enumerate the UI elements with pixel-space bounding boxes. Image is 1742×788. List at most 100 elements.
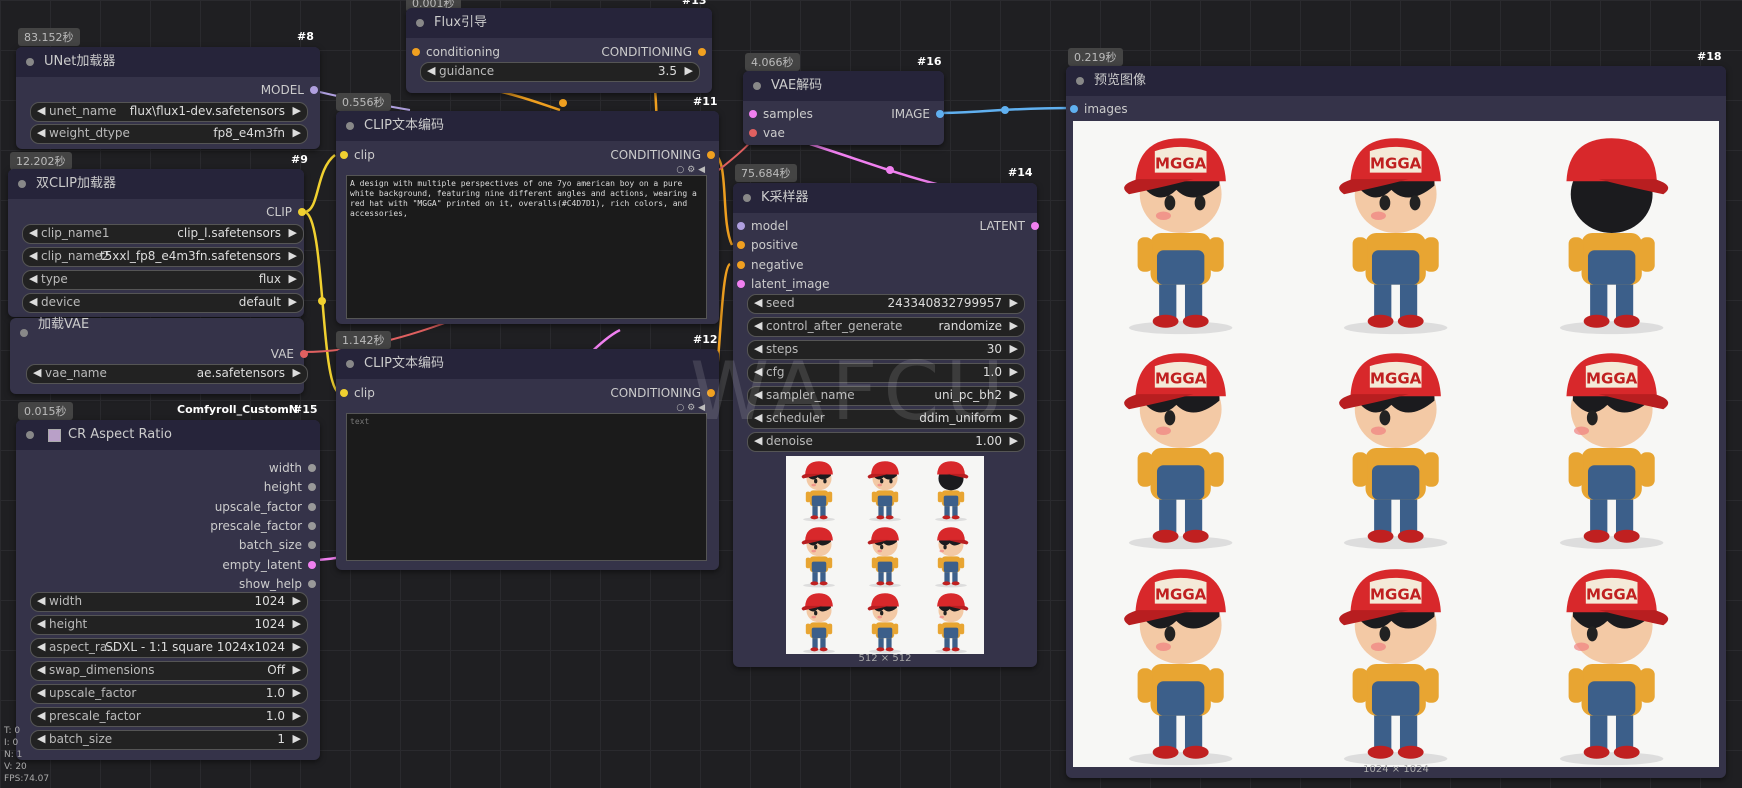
output-width[interactable]: width (269, 460, 316, 476)
increment-arrow-icon[interactable]: ▶ (293, 663, 301, 676)
node-title[interactable]: UNet加载器 (16, 47, 320, 77)
output-dot[interactable] (308, 579, 316, 588)
increment-arrow-icon[interactable]: ▶ (293, 732, 301, 745)
decrement-arrow-icon[interactable]: ◀ (37, 617, 45, 630)
decrement-arrow-icon[interactable]: ◀ (33, 366, 41, 379)
output-upscale-factor[interactable]: upscale_factor (215, 499, 316, 515)
output-dot[interactable] (936, 110, 944, 118)
widget[interactable]: ◀ upscale_factor 1.0 ▶ (30, 684, 308, 704)
input-dot[interactable] (737, 260, 745, 269)
prompt-textarea[interactable]: A design with multiple perspectives of o… (346, 175, 707, 319)
increment-arrow-icon[interactable]: ▶ (1010, 388, 1018, 401)
output-dot[interactable] (308, 560, 316, 569)
clip-name1-widget[interactable]: ◀ clip_name1 clip_l.safetensors ▶ (22, 224, 304, 244)
input-dot[interactable] (749, 110, 757, 118)
increment-arrow-icon[interactable]: ▶ (289, 272, 297, 285)
decrement-arrow-icon[interactable]: ◀ (37, 640, 45, 653)
decrement-arrow-icon[interactable]: ◀ (37, 594, 45, 607)
increment-arrow-icon[interactable]: ▶ (293, 126, 301, 139)
flux-guidance-node[interactable]: Flux引导 conditioning CONDITIONING ◀ guida… (406, 8, 712, 93)
output-dot[interactable] (298, 208, 306, 216)
input-dot[interactable] (340, 151, 348, 159)
input-positive[interactable]: positive (737, 237, 798, 253)
checkbox-icon[interactable] (48, 429, 61, 442)
output-batch-size[interactable]: batch_size (239, 537, 316, 553)
clip-text-encode-negative-node[interactable]: CLIP文本编码 clip CONDITIONING ○ ⚙ ◀ text (336, 349, 719, 570)
input-clip[interactable]: clip (340, 147, 375, 163)
increment-arrow-icon[interactable]: ▶ (293, 709, 301, 722)
increment-arrow-icon[interactable]: ▶ (293, 640, 301, 653)
input-images[interactable]: images (1070, 101, 1128, 117)
input-conditioning[interactable]: conditioning (412, 44, 500, 60)
widget[interactable]: ◀ control_after_generate randomize ▶ (747, 317, 1025, 337)
type-widget[interactable]: ◀ type flux ▶ (22, 270, 304, 290)
input-dot[interactable] (340, 389, 348, 397)
input-dot[interactable] (1070, 105, 1078, 113)
widget[interactable]: ◀ seed 243340832799957 ▶ (747, 294, 1025, 314)
input-dot[interactable] (749, 129, 757, 137)
output-dot[interactable] (308, 502, 316, 511)
output-model[interactable]: MODEL (261, 82, 318, 98)
decrement-arrow-icon[interactable]: ◀ (29, 249, 37, 262)
output-latent[interactable]: LATENT (980, 218, 1039, 234)
decrement-arrow-icon[interactable]: ◀ (37, 709, 45, 722)
output-dot[interactable] (300, 350, 308, 358)
node-title[interactable]: Flux引导 (406, 8, 712, 38)
input-samples[interactable]: samples (749, 106, 813, 122)
vae-decode-node[interactable]: VAE解码 samples vae IMAGE (743, 71, 944, 145)
decrement-arrow-icon[interactable]: ◀ (754, 319, 762, 332)
node-title[interactable]: 预览图像 (1066, 66, 1726, 96)
dual-clip-loader-node[interactable]: 双CLIP加载器 CLIP ◀ clip_name1 clip_l.safete… (8, 169, 306, 317)
increment-arrow-icon[interactable]: ▶ (1010, 342, 1018, 355)
output-vae[interactable]: VAE (271, 346, 308, 362)
unet-loader-node[interactable]: UNet加载器 MODEL ◀ unet_name flux\flux1-dev… (16, 47, 320, 149)
input-negative[interactable]: negative (737, 257, 803, 273)
decrement-arrow-icon[interactable]: ◀ (754, 296, 762, 309)
increment-arrow-icon[interactable]: ▶ (293, 366, 301, 379)
output-dot[interactable] (698, 48, 706, 56)
output-dot[interactable] (308, 483, 316, 492)
widget[interactable]: ◀ aspect_ra... SDXL - 1:1 square 1024x1024… (30, 638, 308, 658)
node-title[interactable]: 双CLIP加载器 (8, 169, 304, 199)
widget[interactable]: ◀ batch_size 1 ▶ (30, 730, 308, 750)
increment-arrow-icon[interactable]: ▶ (293, 104, 301, 117)
increment-arrow-icon[interactable]: ▶ (1010, 319, 1018, 332)
output-image[interactable]: IMAGE (891, 106, 944, 122)
input-vae[interactable]: vae (749, 125, 785, 141)
ksampler-preview-image[interactable] (786, 456, 984, 654)
decrement-arrow-icon[interactable]: ◀ (29, 295, 37, 308)
decrement-arrow-icon[interactable]: ◀ (37, 663, 45, 676)
widget[interactable]: ◀ height 1024 ▶ (30, 615, 308, 635)
output-height[interactable]: height (264, 479, 316, 495)
output-clip[interactable]: CLIP (266, 204, 306, 220)
device-widget[interactable]: ◀ device default ▶ (22, 293, 304, 313)
output-dot[interactable] (308, 521, 316, 530)
increment-arrow-icon[interactable]: ▶ (1010, 365, 1018, 378)
node-title[interactable]: CLIP文本编码 (336, 111, 719, 141)
node-title[interactable]: VAE解码 (743, 71, 944, 101)
decrement-arrow-icon[interactable]: ◀ (427, 64, 435, 77)
increment-arrow-icon[interactable]: ▶ (293, 594, 301, 607)
increment-arrow-icon[interactable]: ▶ (1010, 411, 1018, 424)
increment-arrow-icon[interactable]: ▶ (1010, 296, 1018, 309)
output-dot[interactable] (1031, 222, 1039, 230)
decrement-arrow-icon[interactable]: ◀ (29, 226, 37, 239)
node-title[interactable]: CR Aspect Ratio (16, 420, 320, 450)
weight-dtype-widget[interactable]: ◀ weight_dtype fp8_e4m3fn ▶ (30, 124, 308, 144)
output-dot[interactable] (310, 86, 318, 94)
node-title[interactable]: 加载VAE (10, 318, 304, 337)
cr-aspect-ratio-node[interactable]: CR Aspect Ratio width height upscale_facto… (16, 420, 320, 760)
output-show-help[interactable]: show_help (239, 576, 316, 592)
decrement-arrow-icon[interactable]: ◀ (37, 104, 45, 117)
increment-arrow-icon[interactable]: ▶ (289, 226, 297, 239)
output-conditioning[interactable]: CONDITIONING (610, 147, 715, 163)
clip-text-encode-positive-node[interactable]: CLIP文本编码 clip CONDITIONING ○ ⚙ ◀ A desig… (336, 111, 719, 324)
output-dot[interactable] (308, 541, 316, 550)
input-dot[interactable] (737, 241, 745, 250)
vae-loader-node[interactable]: 加载VAE VAE ◀ vae_name ae.safetensors ▶ (10, 318, 308, 394)
increment-arrow-icon[interactable]: ▶ (685, 64, 693, 77)
text-tools-icons[interactable]: ○ ⚙ ◀ (676, 165, 705, 175)
increment-arrow-icon[interactable]: ▶ (293, 617, 301, 630)
widget[interactable]: ◀ width 1024 ▶ (30, 592, 308, 612)
increment-arrow-icon[interactable]: ▶ (293, 686, 301, 699)
